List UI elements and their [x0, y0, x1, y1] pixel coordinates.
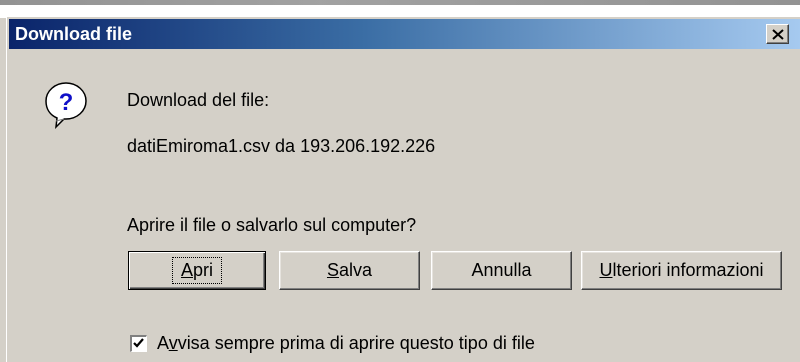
cancel-button[interactable]: Annulla — [431, 251, 572, 290]
file-info: datiEmiroma1.csv da 193.206.192.226 — [127, 136, 436, 156]
checkmark-icon — [133, 338, 144, 348]
cancel-button-label: Annulla — [471, 260, 532, 280]
save-button-label: Salva — [326, 260, 373, 280]
always-ask-checkbox[interactable] — [130, 335, 147, 352]
close-button[interactable] — [766, 24, 789, 44]
close-icon — [771, 28, 784, 40]
open-button[interactable]: Apri — [128, 251, 266, 290]
save-button[interactable]: Salva — [279, 251, 420, 290]
more-info-button-label: Ulteriori informazioni — [599, 260, 764, 280]
more-info-button[interactable]: Ulteriori informazioni — [581, 251, 782, 290]
title-bar[interactable]: Download file — [9, 19, 800, 49]
open-or-save-prompt: Aprire il file o salvarlo sul computer? — [127, 215, 417, 235]
download-dialog: Download file ? Download del file: datiE… — [6, 16, 800, 362]
question-icon: ? — [42, 79, 92, 130]
open-button-label: Apri — [171, 257, 223, 284]
background-window-edge — [0, 0, 800, 5]
svg-text:?: ? — [59, 89, 74, 116]
always-ask-label[interactable]: Avvisa sempre prima di aprire questo tip… — [157, 333, 535, 354]
dialog-title: Download file — [15, 24, 132, 44]
download-heading: Download del file: — [127, 90, 270, 110]
